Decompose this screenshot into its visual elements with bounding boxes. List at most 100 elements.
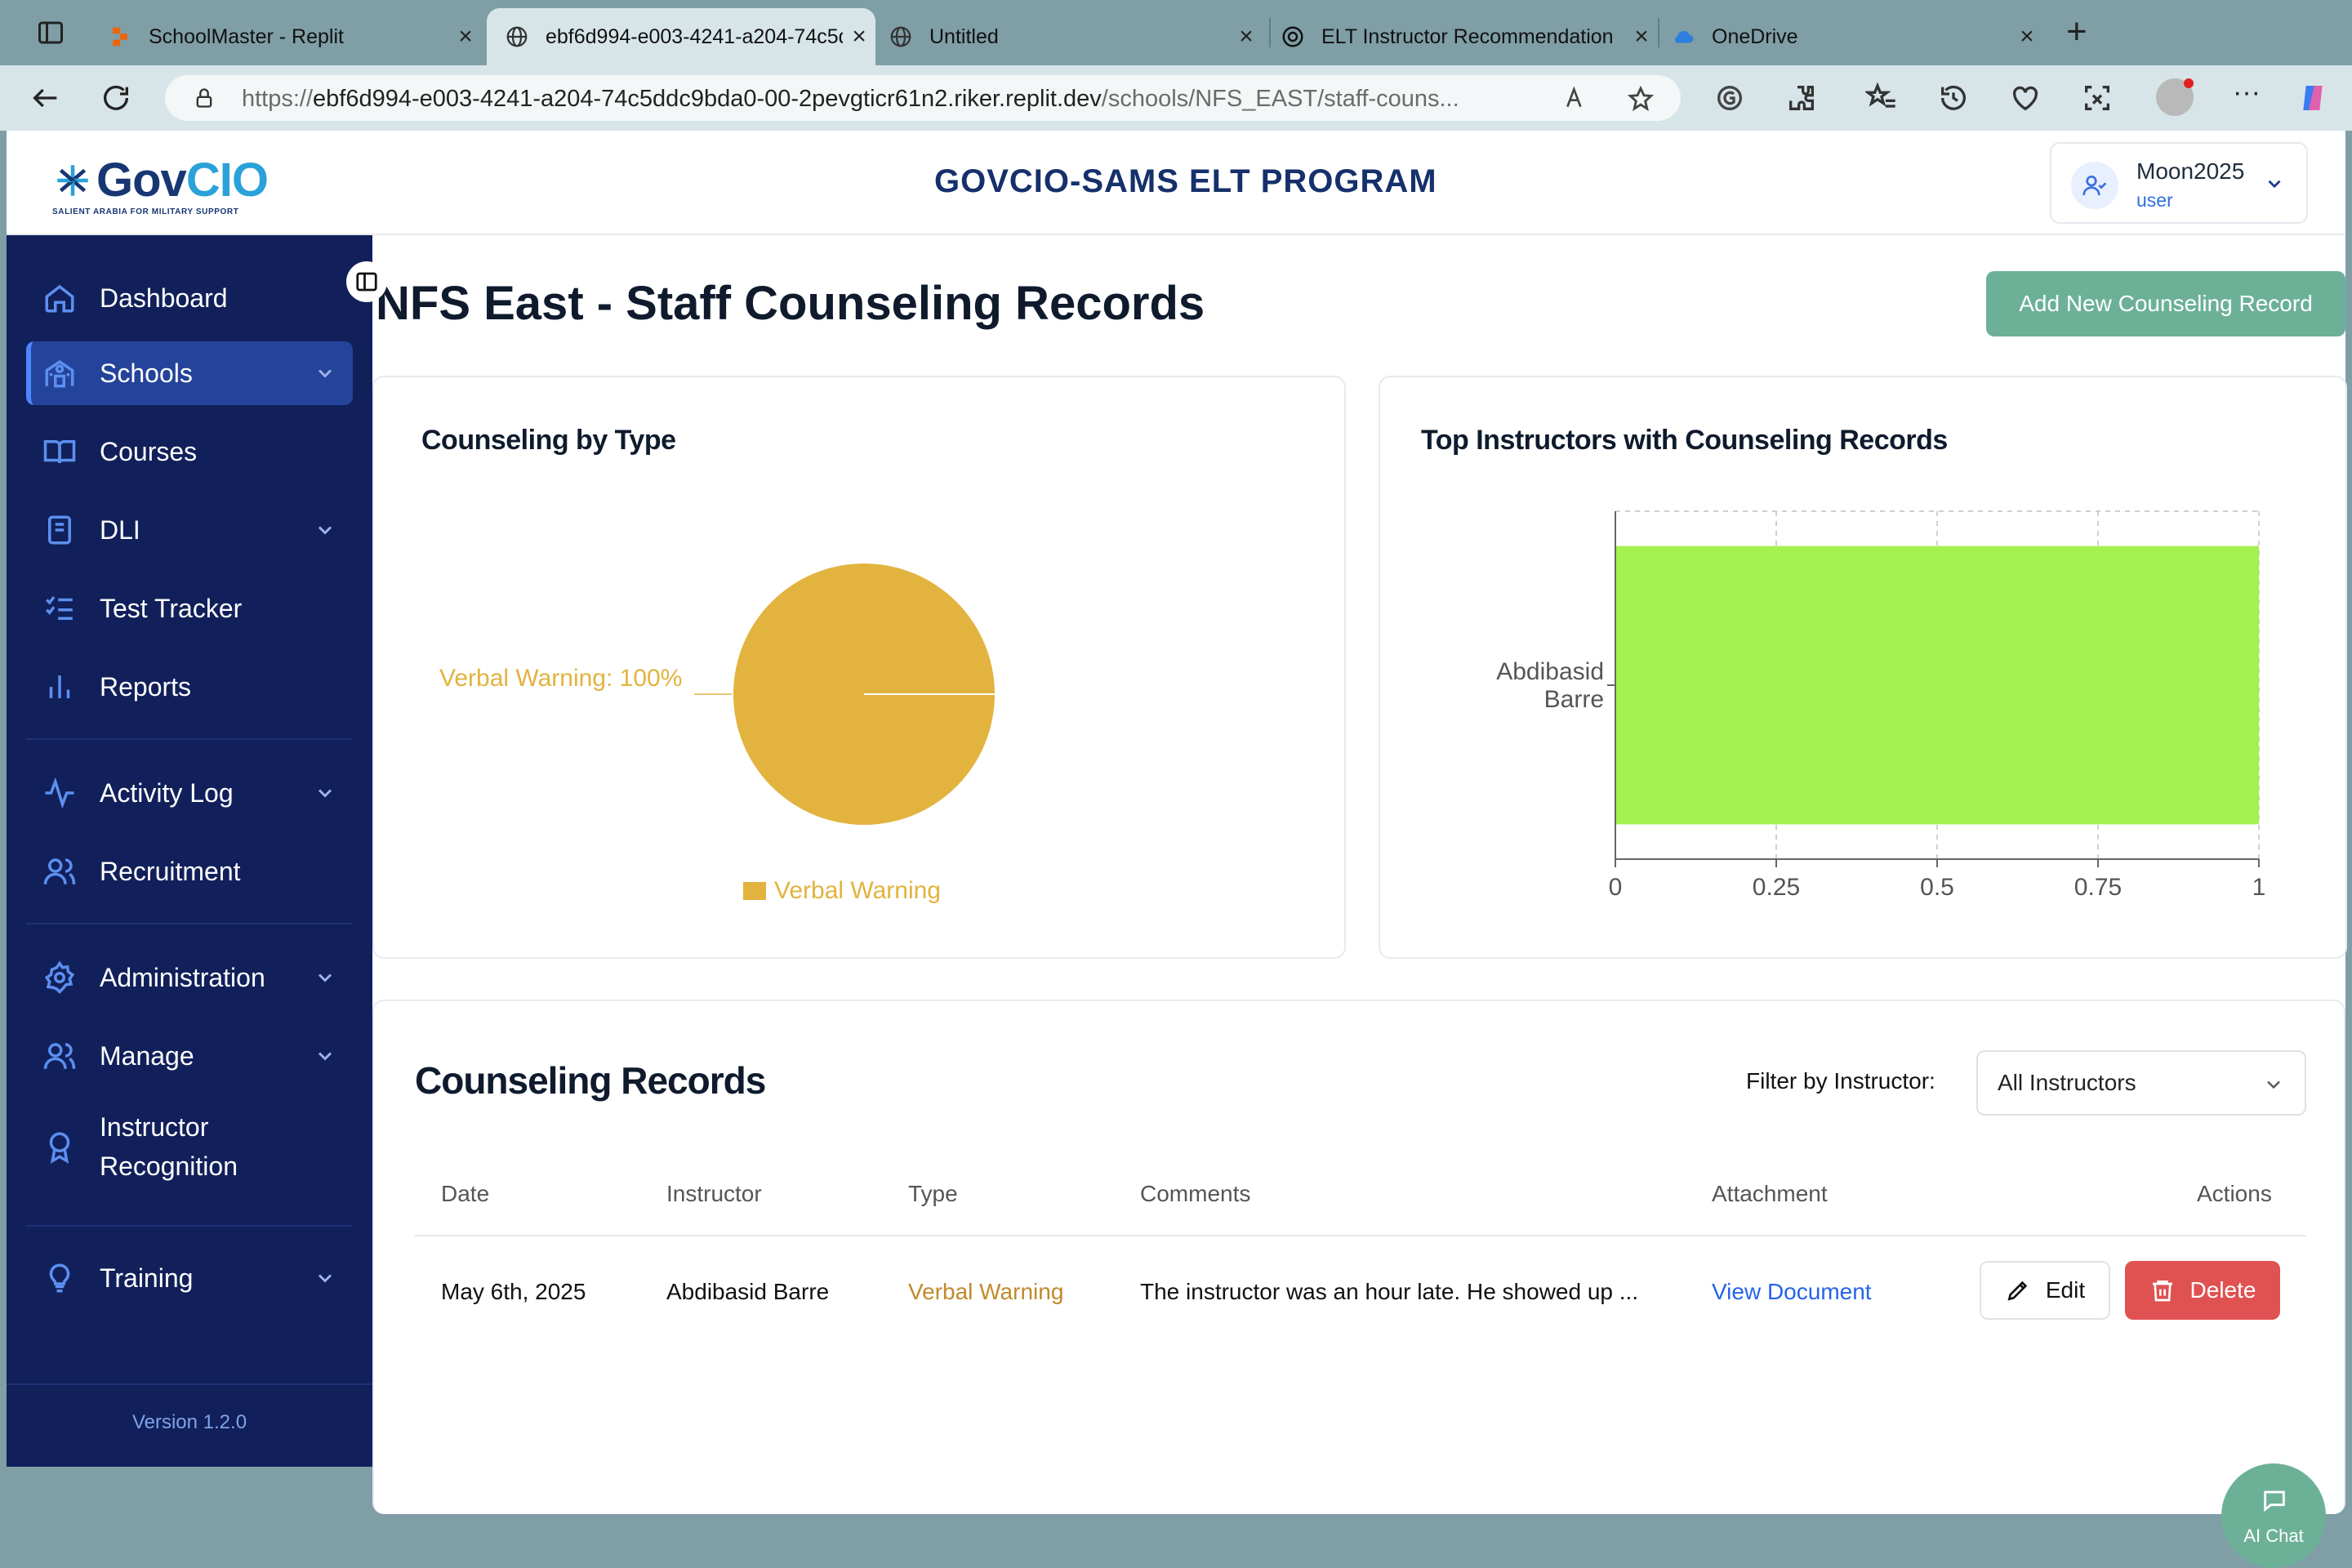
instructor-filter-select[interactable]: All Instructors <box>1976 1050 2306 1116</box>
history-icon[interactable] <box>1937 82 1970 114</box>
copilot-icon[interactable] <box>2296 82 2329 114</box>
close-tab-icon[interactable]: × <box>1230 23 1263 51</box>
bar-chart-icon <box>49 675 70 698</box>
chevron-down-icon <box>318 1052 332 1061</box>
x-tick-label: 1 <box>2252 874 2266 901</box>
openai-icon <box>1282 26 1303 47</box>
x-tick-label: 0 <box>1609 874 1623 901</box>
home-icon <box>45 284 74 313</box>
reload-icon[interactable] <box>100 82 132 114</box>
award-icon <box>49 1132 70 1164</box>
sidebar-item-schools[interactable]: Schools <box>26 341 353 405</box>
cell-date: May 6th, 2025 <box>441 1279 586 1304</box>
sidebar-item-dashboard[interactable]: Dashboard <box>26 266 353 330</box>
x-tick-label: 0.75 <box>2074 874 2122 901</box>
x-tick-label: 0.25 <box>1753 874 1800 901</box>
sidebar-toggle-button[interactable] <box>346 261 387 302</box>
url-field[interactable]: https://ebf6d994-e003-4241-a204-74c5ddc9… <box>165 75 1681 121</box>
edit-button[interactable]: Edit <box>1980 1261 2110 1320</box>
chat-bubble-icon <box>2264 1490 2285 1512</box>
sidebar-item-manage[interactable]: Manage <box>26 1024 353 1088</box>
url-text: https://ebf6d994-e003-4241-a204-74c5ddc9… <box>242 86 1459 112</box>
tab-actions-icon[interactable] <box>36 18 65 47</box>
sidebar-item-dli[interactable]: DLI <box>26 498 353 562</box>
chevron-down-icon <box>318 526 332 535</box>
legend-label: Verbal Warning <box>774 877 941 904</box>
table-header-divider <box>415 1235 2306 1236</box>
sidebar-item-instructor-recognition[interactable]: Instructor Recognition <box>26 1106 353 1187</box>
add-counseling-record-button[interactable]: Add New Counseling Record <box>1986 271 2345 336</box>
browser-address-bar: https://ebf6d994-e003-4241-a204-74c5ddc9… <box>0 65 2352 131</box>
x-tick-label: 0.5 <box>1920 874 1954 901</box>
favorite-star-icon[interactable] <box>1627 85 1655 113</box>
view-document-link[interactable]: View Document <box>1712 1279 1872 1305</box>
chevron-down-icon <box>318 973 332 982</box>
sidebar-item-courses[interactable]: Courses <box>26 420 353 483</box>
delete-button[interactable]: Delete <box>2125 1261 2280 1320</box>
bar-y-label: Abdibasid Barre <box>1496 658 1604 713</box>
book-open-icon <box>43 440 76 464</box>
sidebar-item-activity-log[interactable]: Activity Log <box>26 761 353 825</box>
globe-icon <box>506 26 528 47</box>
sidebar-item-recruitment[interactable]: Recruitment <box>26 840 353 903</box>
browser-tab-bar: SchoolMaster - Replit × ebf6d994-e003-42… <box>0 0 2352 65</box>
column-header-date[interactable]: Date <box>441 1181 489 1207</box>
school-icon <box>45 359 74 388</box>
browser-tab[interactable]: SchoolMaster - Replit × <box>90 8 482 65</box>
new-tab-button[interactable]: + <box>2066 11 2087 52</box>
app-title: GOVCIO-SAMS ELT PROGRAM <box>934 163 1437 199</box>
app-window: Gov CIO SALIENT ARABIA FOR MILITARY SUPPO… <box>7 131 2347 1568</box>
checklist-icon <box>46 595 73 620</box>
bar[interactable] <box>1615 546 2259 825</box>
browser-tab[interactable]: OneDrive × <box>1653 8 2043 65</box>
app-header: Gov CIO SALIENT ARABIA FOR MILITARY SUPPO… <box>7 131 2345 235</box>
profile-avatar[interactable] <box>2156 78 2194 116</box>
sidebar-item-administration[interactable]: Administration <box>26 946 353 1009</box>
activity-icon <box>45 777 74 809</box>
chevron-down-icon <box>2267 1080 2280 1089</box>
ai-chat-button[interactable]: AI Chat <box>2221 1463 2326 1568</box>
grammarly-icon[interactable] <box>1713 82 1746 114</box>
chevron-down-icon <box>318 369 332 378</box>
browser-tab[interactable]: Untitled × <box>871 8 1263 65</box>
back-arrow-icon[interactable] <box>29 82 62 114</box>
records-title: Counseling Records <box>415 1059 766 1102</box>
govcio-logo[interactable]: Gov CIO SALIENT ARABIA FOR MILITARY SUPPO… <box>52 157 269 217</box>
user-menu[interactable]: Moon2025 user <box>2050 142 2308 224</box>
pie-slice-label: Verbal Warning: 100% <box>439 665 683 692</box>
more-menu-icon[interactable]: ··· <box>2233 77 2261 109</box>
column-header-type[interactable]: Type <box>908 1181 958 1207</box>
close-tab-icon[interactable]: × <box>449 23 482 51</box>
chevron-down-icon <box>318 1274 332 1283</box>
extensions-icon[interactable] <box>1785 82 1818 114</box>
sidebar-item-test-tracker[interactable]: Test Tracker <box>26 577 353 640</box>
top-instructors-card: Top Instructors with Counseling Records … <box>1379 376 2347 959</box>
favorites-icon[interactable] <box>1865 82 1898 114</box>
sidebar-item-reports[interactable]: Reports <box>26 655 353 719</box>
panel-left-icon <box>356 272 377 292</box>
column-header-instructor[interactable]: Instructor <box>666 1181 762 1207</box>
sidebar-divider <box>26 1225 353 1227</box>
lock-icon[interactable] <box>193 87 216 109</box>
cell-type: Verbal Warning <box>908 1279 1064 1304</box>
sidebar-item-training[interactable]: Training <box>26 1246 353 1310</box>
sidebar: Dashboard Schools Courses DLI Test Track… <box>7 235 372 1467</box>
browser-tab-active[interactable]: ebf6d994-e003-4241-a204-74c5ddc9bda0 × <box>487 8 875 65</box>
screenshot-icon[interactable] <box>2081 82 2114 114</box>
user-avatar <box>2071 162 2118 209</box>
browser-tab[interactable]: ELT Instructor Recommendation × <box>1263 8 1658 65</box>
book-icon <box>48 515 71 545</box>
read-aloud-icon[interactable] <box>1563 85 1589 111</box>
page-title: NFS East - Staff Counseling Records <box>376 277 1205 330</box>
legend-swatch <box>743 882 766 900</box>
health-icon[interactable] <box>2009 82 2042 114</box>
close-tab-icon[interactable]: × <box>2011 23 2043 51</box>
sidebar-divider <box>7 1383 372 1385</box>
counseling-by-type-card: Counseling by Type Verbal Warning: 100% … <box>372 376 1346 959</box>
pie-legend[interactable]: Verbal Warning <box>743 877 941 905</box>
gear-icon <box>44 960 75 994</box>
chevron-down-icon <box>318 789 332 798</box>
column-header-comments[interactable]: Comments <box>1140 1181 1250 1207</box>
column-header-attachment[interactable]: Attachment <box>1712 1181 1828 1207</box>
cloud-icon <box>1675 30 1694 43</box>
